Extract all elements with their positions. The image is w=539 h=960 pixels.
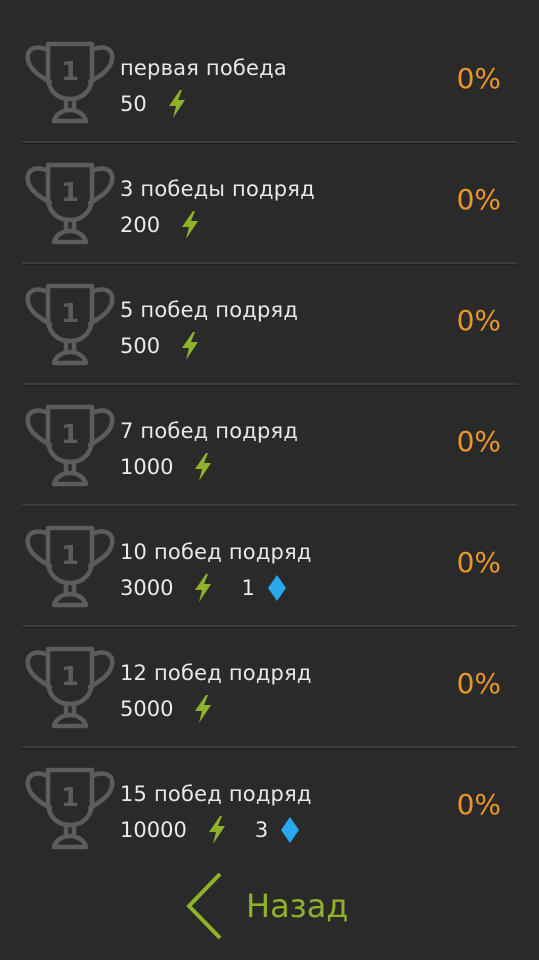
- achievement-progress: 0%: [456, 546, 501, 579]
- diamond-gem-icon: [267, 575, 286, 601]
- achievement-row[interactable]: 1 7 побед подряд 1000 0%: [0, 385, 539, 507]
- trophy-icon: 1: [25, 525, 115, 608]
- achievement-progress: 0%: [456, 62, 501, 95]
- achievement-progress: 0%: [456, 183, 501, 216]
- energy-reward-value: 50: [120, 92, 147, 116]
- trophy-number: 1: [61, 541, 79, 571]
- achievements-list: 1 первая победа 50 0% 1 3 победы подряд …: [0, 22, 539, 869]
- gem-reward-value: 1: [241, 576, 255, 600]
- achievement-rewards: 3000 1: [120, 573, 287, 603]
- achievement-progress: 0%: [456, 425, 501, 458]
- achievement-progress: 0%: [456, 304, 501, 337]
- trophy-icon: 1: [25, 646, 115, 729]
- trophy-number: 1: [61, 783, 79, 813]
- lightning-bolt-icon: [195, 453, 212, 481]
- achievement-progress: 0%: [456, 788, 501, 821]
- achievement-rewards: 5000: [120, 694, 213, 724]
- diamond-gem-icon: [281, 817, 300, 843]
- trophy-icon: 1: [25, 767, 115, 850]
- trophy-number: 1: [61, 420, 79, 450]
- trophy-icon: 1: [25, 404, 115, 487]
- trophy-number: 1: [61, 299, 79, 329]
- achievement-row[interactable]: 1 12 побед подряд 5000 0%: [0, 627, 539, 749]
- lightning-bolt-icon: [182, 332, 199, 360]
- back-button[interactable]: Назад: [184, 872, 374, 940]
- lightning-bolt-icon: [195, 574, 212, 602]
- energy-reward-value: 5000: [120, 697, 174, 721]
- energy-reward-value: 200: [120, 213, 161, 237]
- achievement-rewards: 50: [120, 89, 187, 119]
- achievement-row[interactable]: 1 5 побед подряд 500 0%: [0, 264, 539, 386]
- trophy-icon: 1: [25, 162, 115, 245]
- achievement-title: 7 побед подряд: [120, 419, 299, 443]
- trophy-icon: 1: [25, 283, 115, 366]
- energy-reward-value: 3000: [120, 576, 174, 600]
- achievement-title: 10 побед подряд: [120, 540, 312, 564]
- achievement-row[interactable]: 1 15 побед подряд 10000 3 0%: [0, 748, 539, 869]
- achievement-rewards: 500: [120, 331, 200, 361]
- achievement-rewards: 1000: [120, 452, 213, 482]
- achievement-rewards: 200: [120, 210, 200, 240]
- achievement-title: 15 побед подряд: [120, 782, 312, 806]
- chevron-left-icon: [186, 872, 222, 940]
- lightning-bolt-icon: [182, 211, 199, 239]
- lightning-bolt-icon: [195, 695, 212, 723]
- trophy-number: 1: [61, 57, 79, 87]
- back-button-label: Назад: [246, 887, 349, 925]
- achievement-title: 5 побед подряд: [120, 298, 299, 322]
- achievement-progress: 0%: [456, 667, 501, 700]
- achievement-row[interactable]: 1 3 победы подряд 200 0%: [0, 143, 539, 265]
- energy-reward-value: 10000: [120, 818, 187, 842]
- achievement-rewards: 10000 3: [120, 815, 300, 845]
- lightning-bolt-icon: [168, 90, 185, 118]
- achievement-row[interactable]: 1 10 побед подряд 3000 1 0%: [0, 506, 539, 628]
- energy-reward-value: 500: [120, 334, 161, 358]
- achievement-title: первая победа: [120, 56, 287, 80]
- energy-reward-value: 1000: [120, 455, 174, 479]
- trophy-icon: 1: [25, 41, 115, 124]
- trophy-number: 1: [61, 662, 79, 692]
- lightning-bolt-icon: [208, 816, 225, 844]
- gem-reward-value: 3: [254, 818, 269, 842]
- achievement-row[interactable]: 1 первая победа 50 0%: [0, 22, 539, 144]
- achievement-title: 3 победы подряд: [120, 177, 315, 201]
- achievement-title: 12 побед подряд: [120, 661, 312, 685]
- trophy-number: 1: [61, 178, 79, 208]
